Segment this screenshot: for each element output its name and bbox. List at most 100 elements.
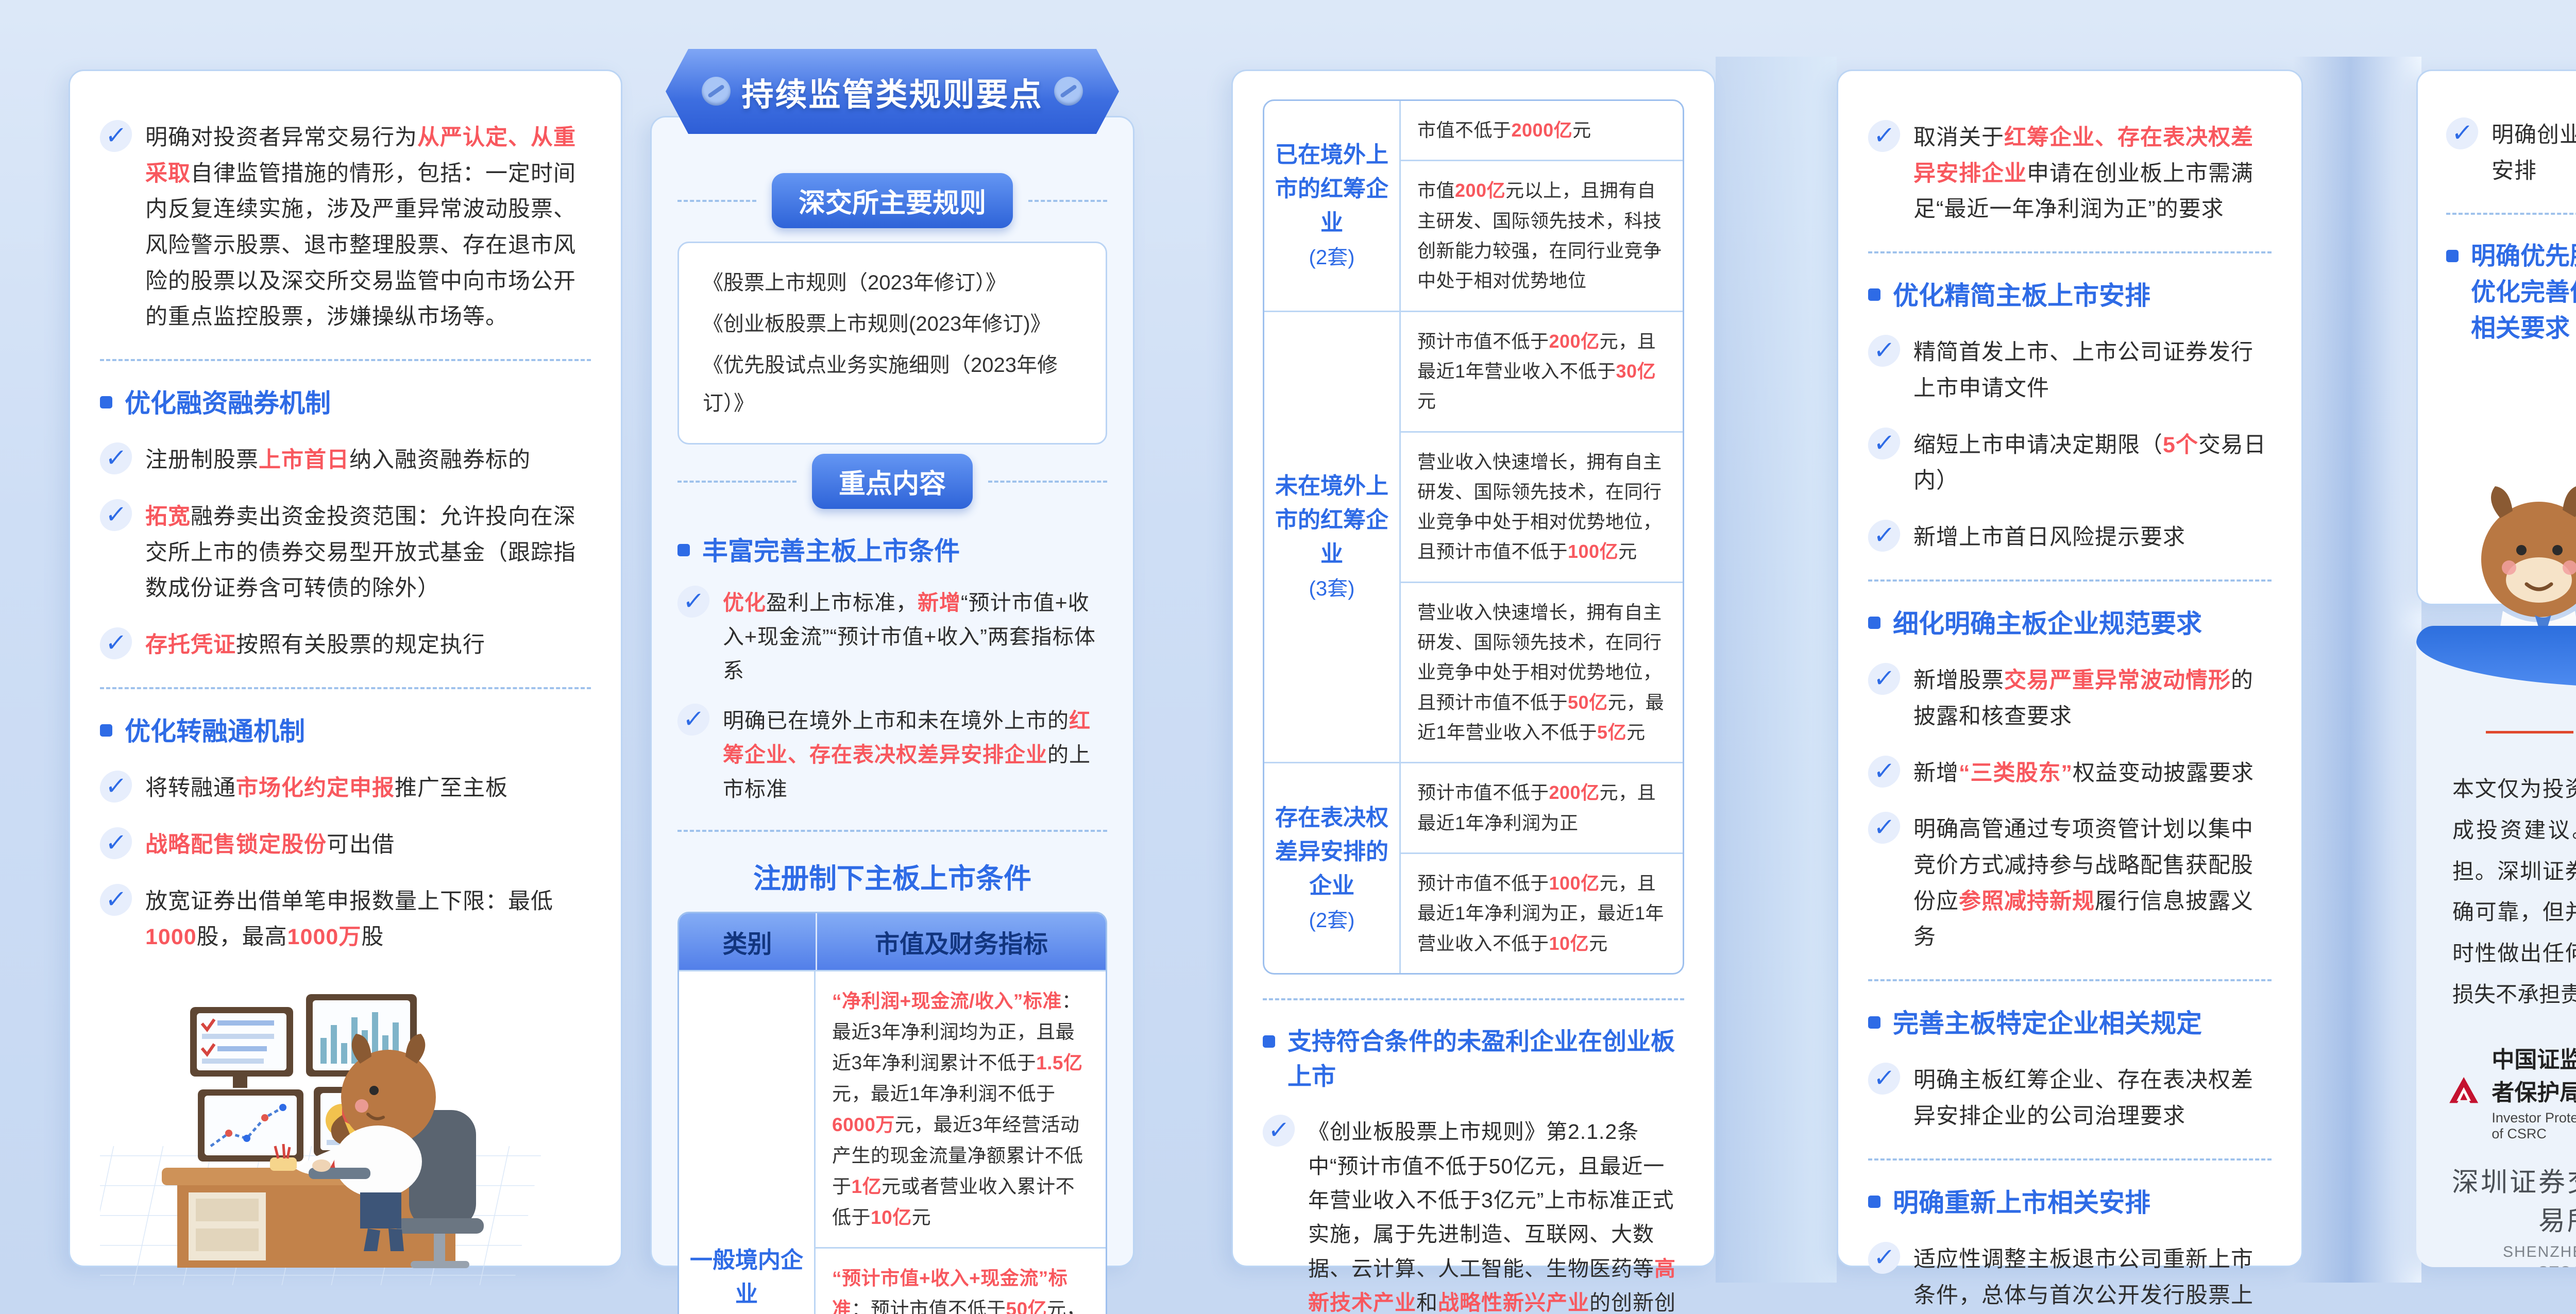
highlighted-text: 5亿 [1597, 722, 1626, 743]
section-heading: 优化精简主板上市安排 [1868, 277, 2272, 315]
dashed-divider [1868, 1158, 2272, 1161]
section-heading-text: 完善主板特定企业相关规定 [1893, 1005, 2202, 1043]
check-item: ✓明确对投资者异常交易行为从严认定、从重采取自律监管措施的情形，包括：一定时间内… [100, 120, 591, 335]
table-row: 已在境外上市的红筹企业(2套)市值不低于2000亿元市值200亿元以上，且拥有自… [1264, 101, 1683, 311]
highlighted-text: 200亿 [1455, 180, 1505, 201]
check-item: ✓取消关于红筹企业、存在表决权差异安排企业申请在创业板上市需满足“最近一年净利润… [1868, 120, 2272, 228]
highlighted-text: 1000万 [287, 925, 362, 949]
highlighted-text: 10亿 [1549, 933, 1589, 954]
main-board-conditions-table: 类别市值及财务指标一般境内企业(3套)“净利润+现金流/收入”标准：最近3年净利… [677, 912, 1107, 1314]
table-row-cells: 预计市值不低于200亿元，且最近1年营业收入不低于30亿元营业收入快速增长，拥有… [1401, 312, 1683, 762]
text-segment: 自律监管措施的情形，包括：一定时间内反复连续实施，涉及严重异常波动股票、风险警示… [145, 161, 576, 330]
check-item-text: 新增上市首日风险提示要求 [1913, 520, 2185, 556]
check-icon: ✓ [1867, 756, 1902, 788]
check-item-text: 新增股票交易严重异常波动情形的披露和核查要求 [1913, 663, 2272, 735]
section-heading-text: 优化融资融券机制 [125, 385, 331, 422]
highlighted-text: 红筹企业、存在表决权差 [2004, 125, 2253, 150]
highlighted-text: 200亿 [1549, 331, 1600, 352]
dashed-divider [677, 830, 1107, 832]
csrc-name-cn: 中国证监会投资者保护局 [2492, 1041, 2576, 1107]
panel1-content: ✓明确对投资者异常交易行为从严认定、从重采取自律监管措施的情形，包括：一定时间内… [100, 120, 591, 955]
panel3-content: 支持符合条件的未盈利企业在创业板上市✓《创业板股票上市规则》第2.1.2条中“预… [1263, 998, 1684, 1314]
szse-name-cn: 深圳证券交易所 [2447, 1161, 2576, 1238]
highlighted-text: 市场化约定申报 [236, 776, 395, 800]
check-item: ✓明确高管通过专项资管计划以集中竞价方式减持参与战略配售获配股份应参照减持新规履… [1868, 812, 2272, 955]
dashed-line [677, 481, 796, 483]
bull-magnifier-illustration: 总体 安排 [2446, 353, 2576, 644]
check-item-text: 将转融通市场化约定申报推广至主板 [145, 771, 508, 807]
check-icon: ✓ [2445, 117, 2480, 149]
disclaimer-panel: 免责声明 本文仅为投资者教育之目的而发布，不构成投资建议。投资者据此操作，风险自… [2416, 626, 2576, 1267]
dashed-line [1028, 200, 1107, 202]
section-heading-text: 明确优先股发行审核与承销安排，优化完善优先股交易、信息披露等相关要求 [2471, 238, 2576, 346]
check-icon: ✓ [98, 627, 134, 659]
text-segment: 推广至主板 [395, 776, 508, 800]
table-row-cells: “净利润+现金流/收入”标准：最近3年净利润均为正，且最近3年净利润累计不低于1… [816, 971, 1106, 1314]
panel-relisting-and-disclaimer: ✓明确创业板退市公司重新上市的总体安排明确优先股发行审核与承销安排，优化完善优先… [2416, 70, 2576, 1267]
screw-icon [1054, 77, 1083, 106]
text-segment: 元 [1572, 120, 1591, 141]
text-segment: 精简首发上市、上市公司证券发行上市申请文件 [1913, 340, 2253, 401]
text-segment: 元 [1589, 933, 1608, 954]
row-label-count: (2套) [1309, 242, 1355, 273]
check-icon: ✓ [98, 120, 134, 152]
highlighted-text: 10亿 [871, 1207, 912, 1228]
dashed-divider [1263, 998, 1684, 1000]
square-bullet-icon [1868, 617, 1880, 629]
rule-title: 《创业板股票上市规则(2023年修订)》 [703, 305, 1082, 343]
panel5-content: ✓明确创业板退市公司重新上市的总体安排明确优先股发行审核与承销安排，优化完善优先… [2446, 117, 2576, 346]
rules-box: 《股票上市规则（2023年修订）》《创业板股票上市规则(2023年修订)》《优先… [677, 242, 1107, 445]
section-heading-text: 优化精简主板上市安排 [1893, 277, 2150, 315]
csrc-mark-icon [2447, 1068, 2480, 1115]
check-icon: ✓ [1867, 520, 1902, 552]
dashed-line [677, 200, 756, 202]
badge-row: 深交所主要规则 [677, 173, 1107, 228]
table-cell: 市值200亿元以上，且拥有自主研发、国际领先技术，科技创新能力较强，在同行业竞争… [1401, 160, 1683, 310]
section-heading: 明确优先股发行审核与承销安排，优化完善优先股交易、信息披露等相关要求 [2446, 238, 2576, 346]
table-row-label: 存在表决权差异安排的企业(2套) [1264, 763, 1401, 973]
row-label-count: (2套) [1309, 905, 1355, 936]
text-segment: ：预计市值不低于 [852, 1299, 1006, 1314]
highlighted-text: 战略性新兴产业 [1438, 1291, 1589, 1314]
section-heading-text: 优化转融通机制 [125, 713, 305, 750]
check-item-text: 《创业板股票上市规则》第2.1.2条中“预计市值不低于50亿元，且最近一年营业收… [1308, 1115, 1684, 1314]
monitor-checklist-icon [190, 1007, 293, 1088]
highlighted-text: 1000 [145, 925, 197, 949]
check-icon: ✓ [1261, 1115, 1297, 1147]
check-item: ✓ 战略配售锁定股份可出借 [100, 827, 591, 863]
text-segment: 元 [912, 1207, 931, 1228]
check-item-text: 注册制股票上市首日纳入融资融券标的 [145, 442, 531, 479]
badge-key-content: 重点内容 [812, 454, 973, 509]
highlighted-text: 新增 [918, 591, 961, 615]
text-segment: 市值 [1417, 180, 1455, 201]
red-rule-line [2486, 731, 2573, 733]
pencil-cup-icon [270, 1157, 297, 1171]
text-segment: 股，最高 [197, 925, 287, 949]
text-segment: 权益变动披露要求 [2073, 761, 2254, 786]
text-segment: 新增 [1913, 761, 1959, 786]
check-icon: ✓ [98, 827, 134, 859]
bull-trading-desk-illustration [100, 976, 591, 1288]
text-segment: 可出借 [327, 832, 395, 857]
highlighted-text: 1.5亿 [1036, 1052, 1082, 1073]
table-header-category: 类别 [679, 913, 817, 970]
text-segment: 预计市值不低于 [1417, 782, 1549, 803]
dashed-divider [2446, 213, 2576, 215]
dashed-line [988, 481, 1107, 483]
section-heading-text: 丰富完善主板上市条件 [702, 533, 960, 570]
section-heading: 细化明确主板企业规范要求 [1868, 605, 2272, 643]
table-row: 一般境内企业(3套)“净利润+现金流/收入”标准：最近3年净利润均为正，且最近3… [679, 970, 1106, 1314]
table-header-row: 类别市值及财务指标 [679, 913, 1106, 970]
panel4-content: ✓取消关于红筹企业、存在表决权差异安排企业申请在创业板上市需满足“最近一年净利润… [1868, 120, 2272, 1314]
csrc-logo: 中国证监会投资者保护局 Investor Protection Bureau o… [2447, 1041, 2576, 1142]
highlighted-text: 优化 [723, 591, 766, 615]
square-bullet-icon [2446, 250, 2459, 262]
text-segment: 按照有关股票的规定执行 [236, 633, 485, 657]
highlighted-text: 上市首日 [259, 448, 349, 472]
highlighted-text: “三类股东” [1959, 761, 2073, 786]
check-item-text: 战略配售锁定股份可出借 [145, 827, 395, 863]
text-segment: 缩短上市申请决定期限（ [1913, 433, 2163, 457]
dashed-divider [100, 359, 591, 361]
table-cell: “净利润+现金流/收入”标准：最近3年净利润均为正，且最近3年净利润累计不低于1… [816, 971, 1106, 1248]
check-icon: ✓ [1867, 120, 1902, 152]
